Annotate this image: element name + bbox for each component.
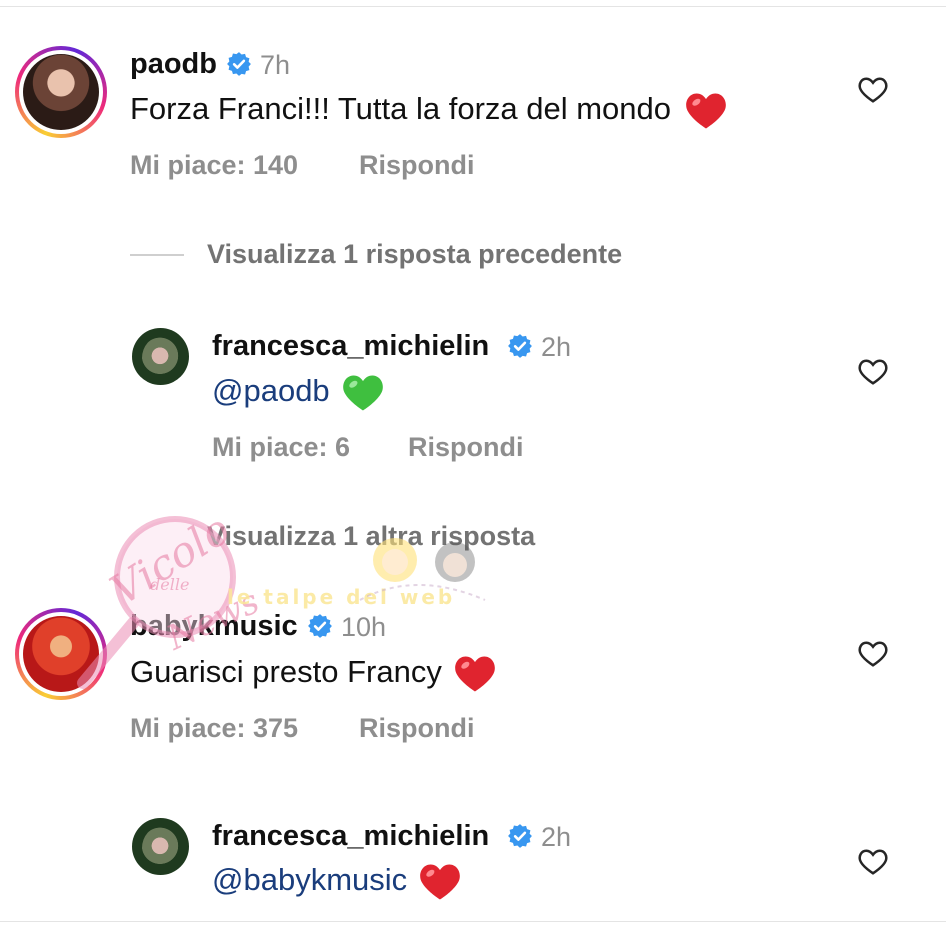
comment-time: 7h bbox=[260, 50, 291, 80]
mention-link[interactable]: @babykmusic bbox=[212, 862, 407, 897]
avatar[interactable] bbox=[132, 818, 189, 875]
avatar[interactable] bbox=[15, 608, 107, 700]
username[interactable]: francesca_michielin bbox=[212, 330, 489, 363]
like-heart-icon[interactable] bbox=[858, 848, 888, 876]
like-heart-icon[interactable] bbox=[858, 358, 888, 386]
top-divider bbox=[0, 6, 946, 7]
verified-badge-icon bbox=[308, 614, 332, 638]
red-heart-emoji-icon bbox=[420, 864, 460, 900]
bottom-divider bbox=[0, 921, 946, 922]
verified-badge-icon bbox=[508, 824, 532, 848]
avatar[interactable] bbox=[132, 328, 189, 385]
comment-time: 10h bbox=[341, 612, 387, 642]
comment-text: Forza Franci!!! Tutta la forza del mondo bbox=[130, 91, 727, 131]
red-heart-emoji-icon bbox=[454, 656, 495, 692]
comment-body: Guarisci presto Francy bbox=[130, 654, 442, 690]
comment-body: Forza Franci!!! Tutta la forza del mondo bbox=[130, 91, 672, 127]
avatar[interactable] bbox=[15, 46, 107, 138]
reply-text: @paodb bbox=[212, 373, 384, 413]
verified-badge-icon bbox=[508, 334, 532, 358]
username[interactable]: babykmusic bbox=[130, 610, 298, 643]
comment-text: Guarisci presto Francy bbox=[130, 654, 496, 694]
green-heart-emoji-icon bbox=[342, 375, 383, 411]
view-previous-replies-label[interactable]: Visualizza 1 risposta precedente bbox=[207, 239, 622, 270]
like-heart-icon[interactable] bbox=[858, 640, 888, 668]
red-heart-emoji-icon bbox=[686, 93, 726, 129]
like-count[interactable]: Mi piace: 375 bbox=[130, 713, 298, 744]
divider-line bbox=[130, 254, 184, 256]
watermark-site: le talpe del web bbox=[227, 585, 456, 609]
like-heart-icon[interactable] bbox=[858, 76, 888, 104]
reply-button[interactable]: Rispondi bbox=[359, 150, 475, 181]
reply-button[interactable]: Rispondi bbox=[359, 713, 475, 744]
reply-time: 2h bbox=[541, 332, 572, 362]
username[interactable]: francesca_michielin bbox=[212, 820, 489, 853]
like-count[interactable]: Mi piace: 6 bbox=[212, 432, 350, 463]
reply-button[interactable]: Rispondi bbox=[408, 432, 524, 463]
verified-badge-icon bbox=[227, 52, 251, 76]
mention-link[interactable]: @paodb bbox=[212, 373, 330, 408]
username[interactable]: paodb bbox=[130, 48, 217, 81]
reply-text: @babykmusic bbox=[212, 862, 461, 902]
view-more-replies-label[interactable]: Visualizza 1 altra risposta bbox=[207, 521, 535, 552]
like-count[interactable]: Mi piace: 140 bbox=[130, 150, 298, 181]
reply-time: 2h bbox=[541, 822, 572, 852]
watermark-logo-small: delle bbox=[150, 575, 190, 594]
